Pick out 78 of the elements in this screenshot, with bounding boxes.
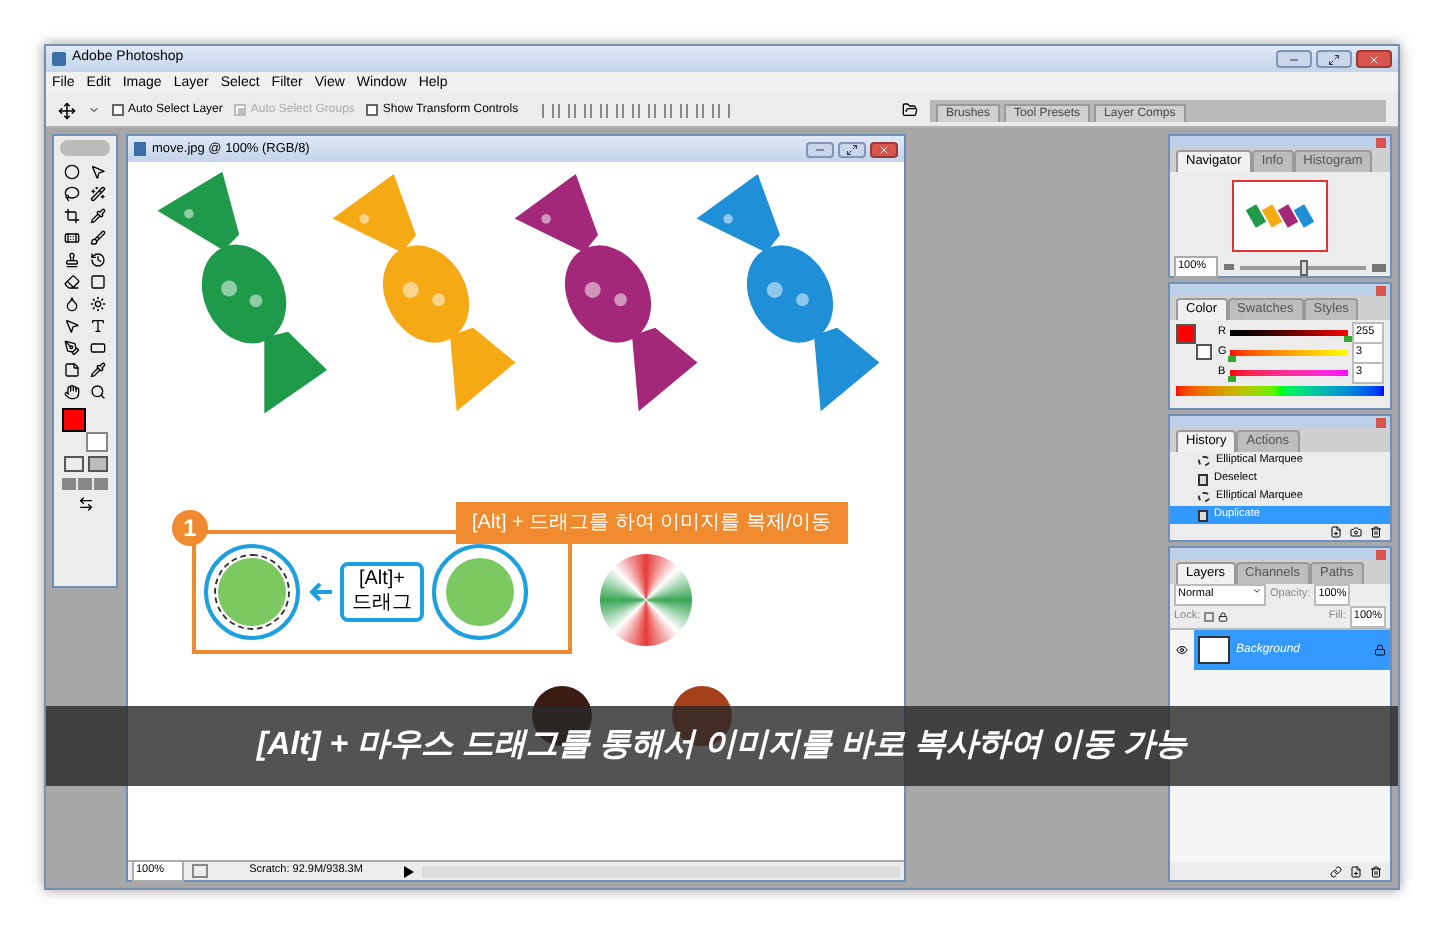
shortcut-label: [Alt]+ 드래그 [340, 562, 424, 622]
ellipse-marquee-icon [1198, 456, 1210, 466]
ellipse-marquee-icon [1198, 492, 1210, 502]
bandage-icon[interactable] [61, 228, 83, 246]
document-icon [1198, 473, 1208, 485]
slider-thumb[interactable] [1227, 356, 1236, 362]
dodge-icon[interactable] [87, 294, 109, 312]
slider-thumb[interactable] [1299, 259, 1307, 275]
slider-thumb[interactable] [1227, 376, 1236, 382]
checkbox[interactable] [366, 104, 379, 116]
rectangle-icon[interactable] [87, 338, 109, 356]
document-icon [134, 142, 146, 156]
minimize-icon [1288, 53, 1300, 65]
background-color-swatch[interactable] [85, 432, 107, 452]
eyedropper-icon[interactable] [87, 206, 109, 224]
camera-icon[interactable] [1350, 526, 1362, 538]
caption-text: [Alt] + 마우스 드래그를 통해서 이미지를 바로 복사하여 이동 가능 [256, 726, 1188, 766]
align-buttons-icon[interactable] [542, 103, 731, 117]
left-arrow-icon [308, 582, 332, 602]
checkbox[interactable] [112, 104, 124, 116]
close-button[interactable] [1356, 50, 1392, 68]
play-icon[interactable] [404, 865, 414, 877]
brush-icon[interactable] [87, 228, 109, 246]
new-document-icon[interactable] [1330, 526, 1342, 538]
swirl-candy-drawing [600, 554, 692, 646]
hand-icon[interactable] [61, 382, 83, 400]
app-logo-icon [52, 52, 66, 66]
visibility-icon[interactable] [1170, 644, 1194, 656]
panel-close-icon[interactable] [1376, 417, 1386, 427]
close-icon [878, 143, 890, 155]
trash-icon[interactable] [1370, 865, 1382, 877]
close-icon [1368, 53, 1380, 65]
status-icon[interactable] [192, 864, 208, 878]
droplet-icon[interactable] [61, 294, 83, 312]
crop-icon[interactable] [61, 206, 83, 224]
quick-mask-icon[interactable] [63, 456, 107, 472]
gradient-icon[interactable] [87, 272, 109, 290]
callout-banner: [Alt] + 드래그를 하여 이미지를 복제/이동 [456, 502, 848, 544]
new-layer-icon[interactable] [1350, 865, 1362, 877]
close-button[interactable] [870, 141, 898, 157]
history-brush-icon[interactable] [87, 250, 109, 268]
eraser-icon[interactable] [61, 272, 83, 290]
palette-well-icon[interactable] [902, 102, 918, 118]
candy-ball-drawing [446, 558, 514, 626]
candy-ball-drawing [218, 558, 286, 626]
zoom-icon[interactable] [87, 382, 109, 400]
document-icon [1198, 509, 1208, 521]
navigator-preview [1232, 179, 1328, 251]
note-icon[interactable] [61, 360, 83, 378]
panel-close-icon[interactable] [1376, 285, 1386, 295]
trash-icon[interactable] [1370, 526, 1382, 538]
foreground-color-swatch[interactable] [61, 408, 85, 432]
foreground-color-swatch[interactable] [1176, 324, 1196, 344]
magic-wand-icon[interactable] [87, 184, 109, 202]
ellipse-marquee-icon[interactable] [61, 162, 83, 180]
panel-close-icon[interactable] [1376, 137, 1386, 147]
background-color-swatch[interactable] [1196, 344, 1212, 360]
slider-thumb[interactable] [1344, 336, 1352, 342]
lasso-icon[interactable] [61, 184, 83, 202]
step-number: 1 [172, 510, 208, 546]
move-tool-icon[interactable] [87, 162, 109, 180]
lock-icons[interactable] [1204, 612, 1229, 622]
zoom-in-icon[interactable] [1372, 263, 1386, 271]
eyedropper-icon[interactable] [87, 360, 109, 378]
link-icon[interactable] [1330, 865, 1342, 877]
maximize-button[interactable] [1316, 50, 1352, 68]
arrow-pointer-icon[interactable] [61, 316, 83, 334]
dropdown-caret-icon[interactable] [88, 104, 100, 116]
minimize-icon [814, 143, 826, 155]
panel-close-icon[interactable] [1376, 549, 1386, 559]
layer-thumbnail [1198, 636, 1230, 664]
pen-icon[interactable] [61, 338, 83, 356]
move-tool-icon[interactable] [58, 101, 76, 119]
maximize-button[interactable] [838, 141, 866, 157]
stamp-icon[interactable] [61, 250, 83, 268]
text-tool-icon[interactable] [87, 316, 109, 334]
caret-icon [1252, 586, 1262, 597]
feather-logo-icon [60, 140, 110, 156]
